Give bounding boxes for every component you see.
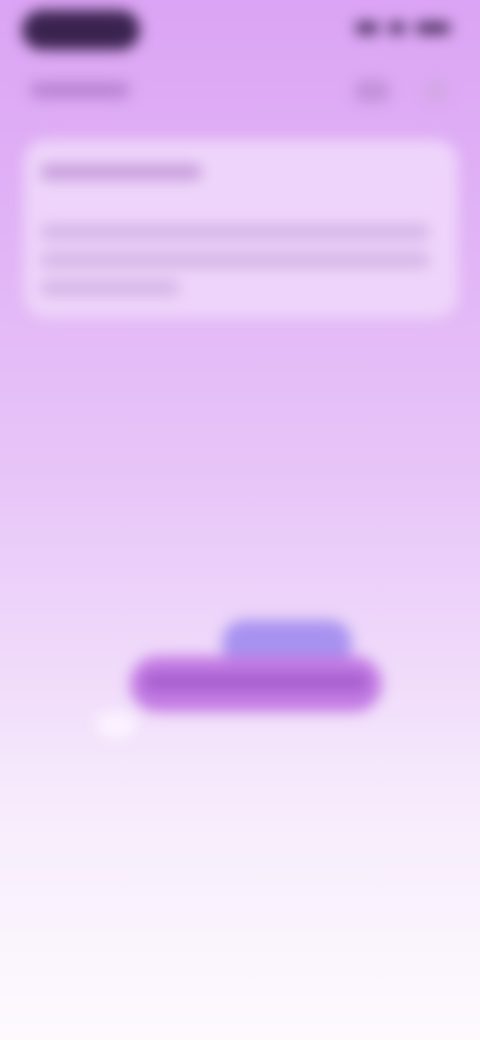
primary-action-button[interactable] — [130, 656, 382, 712]
blurred-content-layer — [0, 0, 480, 1040]
status-icons — [356, 22, 450, 34]
primary-action-label-bar — [144, 674, 368, 690]
wifi-icon — [388, 22, 406, 34]
info-card — [24, 140, 458, 318]
card-title — [40, 164, 202, 180]
status-time-pill — [22, 10, 140, 50]
toolbar-pill-icon[interactable] — [354, 80, 390, 102]
card-text-line-1 — [40, 224, 430, 240]
signal-icon — [356, 22, 378, 34]
card-text-line-3 — [40, 280, 180, 296]
battery-icon — [416, 22, 450, 34]
illustration-highlight — [96, 712, 136, 738]
header-label — [30, 82, 130, 98]
more-icon[interactable] — [424, 80, 448, 102]
app-screen — [0, 0, 480, 1040]
card-text-line-2 — [40, 252, 430, 268]
